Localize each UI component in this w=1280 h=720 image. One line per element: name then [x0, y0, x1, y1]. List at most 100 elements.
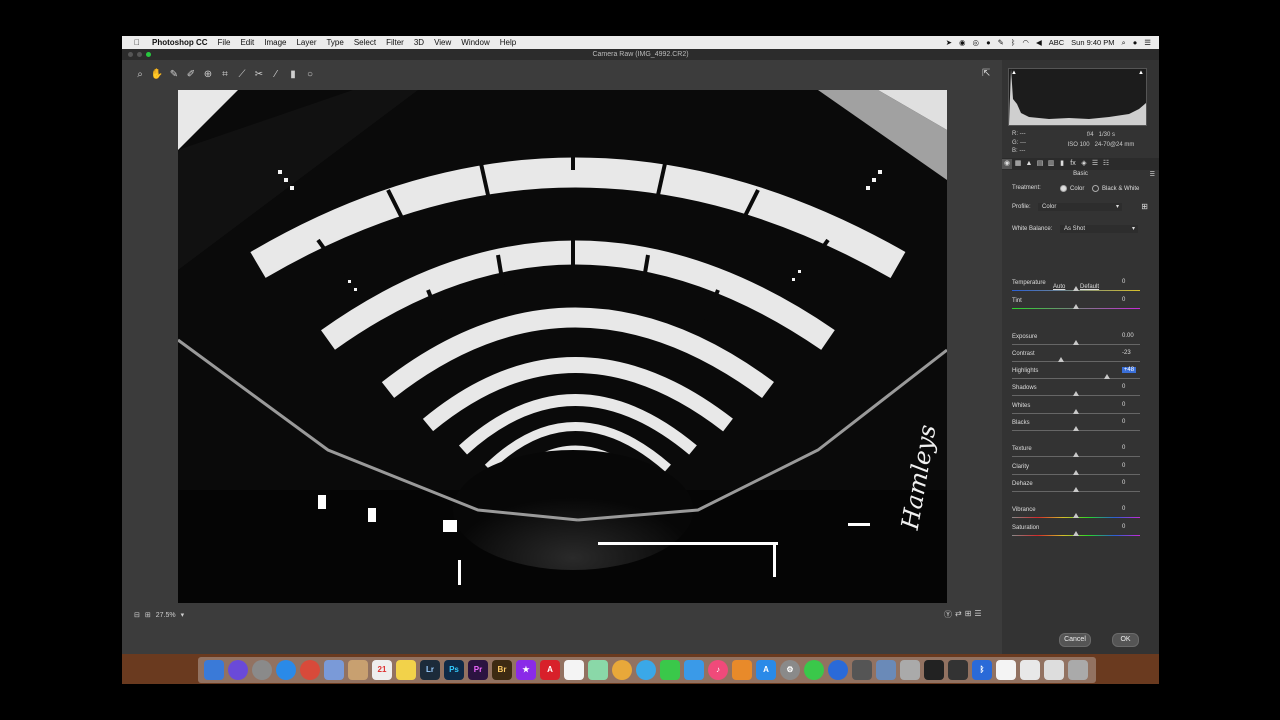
effects-tab-icon[interactable]: fx [1068, 159, 1078, 169]
swap-icon[interactable]: ⇄ [955, 609, 962, 620]
hand-tool-icon[interactable]: ✋ [149, 68, 165, 82]
whites-value-field[interactable]: 0 [1122, 402, 1144, 408]
document-icon[interactable] [996, 660, 1016, 680]
apple-icon[interactable]:  [134, 38, 144, 47]
minimize-window-button[interactable] [137, 52, 142, 57]
toggle-settings-icon[interactable]: ☰ [974, 609, 981, 620]
detail-tab-icon[interactable]: ▲ [1024, 159, 1034, 169]
shadows-value-field[interactable]: 0 [1122, 384, 1144, 390]
terminal-icon[interactable] [924, 660, 944, 680]
cancel-button[interactable]: Cancel [1059, 633, 1091, 647]
facetime-icon[interactable] [660, 660, 680, 680]
keynote-icon[interactable] [684, 660, 704, 680]
zoom-level[interactable]: 27.5% [156, 612, 176, 619]
saturation-slider-thumb[interactable] [1073, 531, 1079, 536]
clarity-value-field[interactable]: 0 [1122, 463, 1144, 469]
safari-icon[interactable] [276, 660, 296, 680]
preview-icon[interactable] [876, 660, 896, 680]
photo-preview[interactable]: Hamleys [178, 90, 947, 603]
straighten-tool-icon[interactable]: ⟋ [234, 68, 250, 82]
vibrance-slider-thumb[interactable] [1073, 513, 1079, 518]
menu-file[interactable]: File [218, 38, 231, 47]
menu-type[interactable]: Type [326, 38, 343, 47]
shadow-clipping-icon[interactable]: ▲ [1011, 70, 1017, 76]
trash-icon[interactable] [1068, 660, 1088, 680]
launchpad-icon[interactable] [252, 660, 272, 680]
clarity-slider-thumb[interactable] [1073, 470, 1079, 475]
chrome-icon[interactable] [300, 660, 320, 680]
menu-view[interactable]: View [434, 38, 451, 47]
copy-settings-icon[interactable]: ⊞ [965, 609, 972, 620]
profile-browser-icon[interactable]: ⊞ [1141, 202, 1148, 211]
reminders-icon[interactable] [564, 660, 584, 680]
location-icon[interactable]: ➤ [946, 38, 952, 47]
shadows-slider-thumb[interactable] [1073, 391, 1079, 396]
spotlight-icon[interactable]: ⌕ [1122, 38, 1126, 48]
menu-help[interactable]: Help [500, 38, 516, 47]
hsl-tab-icon[interactable]: ▤ [1035, 159, 1045, 169]
notification-center-icon[interactable]: ☰ [1144, 38, 1151, 47]
audio-app-icon[interactable] [948, 660, 968, 680]
zoom-window-button[interactable] [146, 52, 151, 57]
bluetooth-dock-icon[interactable]: ᛒ [972, 660, 992, 680]
siri-dock-icon[interactable] [228, 660, 248, 680]
mail-icon[interactable] [324, 660, 344, 680]
calibration-tab-icon[interactable]: ◈ [1079, 159, 1089, 169]
browser-icon[interactable] [828, 660, 848, 680]
dehaze-value-field[interactable]: 0 [1122, 480, 1144, 486]
zoom-in-icon[interactable]: ⊞ [145, 611, 151, 619]
zoom-control[interactable]: ⊟ ⊞ 27.5% ▾ [134, 611, 185, 620]
capture-icon[interactable] [852, 660, 872, 680]
temperature-slider-thumb[interactable] [1073, 286, 1079, 291]
profile-select[interactable]: Color ▾ [1038, 203, 1122, 211]
highlights-slider-track[interactable] [1012, 378, 1140, 379]
crop-tool-icon[interactable]: ⌗ [217, 68, 233, 82]
texture-slider-thumb[interactable] [1073, 452, 1079, 457]
menu-app-name[interactable]: Photoshop CC [152, 38, 208, 47]
volume-icon[interactable]: ◀ [1036, 38, 1042, 47]
menu-image[interactable]: Image [264, 38, 286, 47]
notes-icon[interactable] [396, 660, 416, 680]
exposure-slider-thumb[interactable] [1073, 340, 1079, 345]
menu-window[interactable]: Window [461, 38, 489, 47]
acrobat-icon[interactable]: A [540, 660, 560, 680]
messages-icon[interactable] [636, 660, 656, 680]
before-after-icon[interactable]: Ⓨ [944, 609, 952, 620]
treatment-color-option[interactable]: Color [1060, 185, 1084, 192]
chevron-down-icon[interactable]: ▾ [181, 611, 185, 619]
spot-removal-tool-icon[interactable]: ✂ [251, 68, 267, 82]
input-source[interactable]: ABC [1049, 38, 1064, 47]
premiere-icon[interactable]: Pr [468, 660, 488, 680]
books-icon[interactable] [732, 660, 752, 680]
tone-curve-tab-icon[interactable]: ▦ [1013, 159, 1023, 169]
exposure-value-field[interactable]: 0.00 [1122, 333, 1144, 339]
bluetooth-icon[interactable]: ᛒ [1011, 38, 1016, 47]
siri-icon[interactable]: ● [1133, 38, 1138, 47]
close-window-button[interactable] [128, 52, 133, 57]
ok-button[interactable]: OK [1112, 633, 1139, 647]
vibrance-value-field[interactable]: 0 [1122, 506, 1144, 512]
saturation-value-field[interactable]: 0 [1122, 524, 1144, 530]
white-balance-select[interactable]: As Shot ▾ [1060, 225, 1138, 233]
music-icon[interactable]: ♪ [708, 660, 728, 680]
zoom-out-icon[interactable]: ⊟ [134, 611, 140, 619]
whatsapp-icon[interactable] [804, 660, 824, 680]
eyedropper-menu-icon[interactable]: ✎ [998, 38, 1004, 47]
calendar-icon[interactable]: 21 [372, 660, 392, 680]
clock[interactable]: Sun 9:40 PM [1071, 38, 1114, 47]
adjustment-brush-icon[interactable]: ⁄ [268, 68, 284, 82]
white-balance-tool-icon[interactable]: ✎ [166, 68, 182, 82]
menu-filter[interactable]: Filter [386, 38, 404, 47]
texture-value-field[interactable]: 0 [1122, 445, 1144, 451]
blacks-value-field[interactable]: 0 [1122, 419, 1144, 425]
presets-tab-icon[interactable]: ☰ [1090, 159, 1100, 169]
tint-value-field[interactable]: 0 [1122, 297, 1144, 303]
split-toning-tab-icon[interactable]: ▥ [1046, 159, 1056, 169]
graduated-filter-icon[interactable]: ▮ [285, 68, 301, 82]
menu-select[interactable]: Select [354, 38, 376, 47]
temperature-value-field[interactable]: 0 [1122, 279, 1144, 285]
app-store-icon[interactable]: A [756, 660, 776, 680]
whites-slider-thumb[interactable] [1073, 409, 1079, 414]
menu-layer[interactable]: Layer [296, 38, 316, 47]
dehaze-slider-thumb[interactable] [1073, 487, 1079, 492]
